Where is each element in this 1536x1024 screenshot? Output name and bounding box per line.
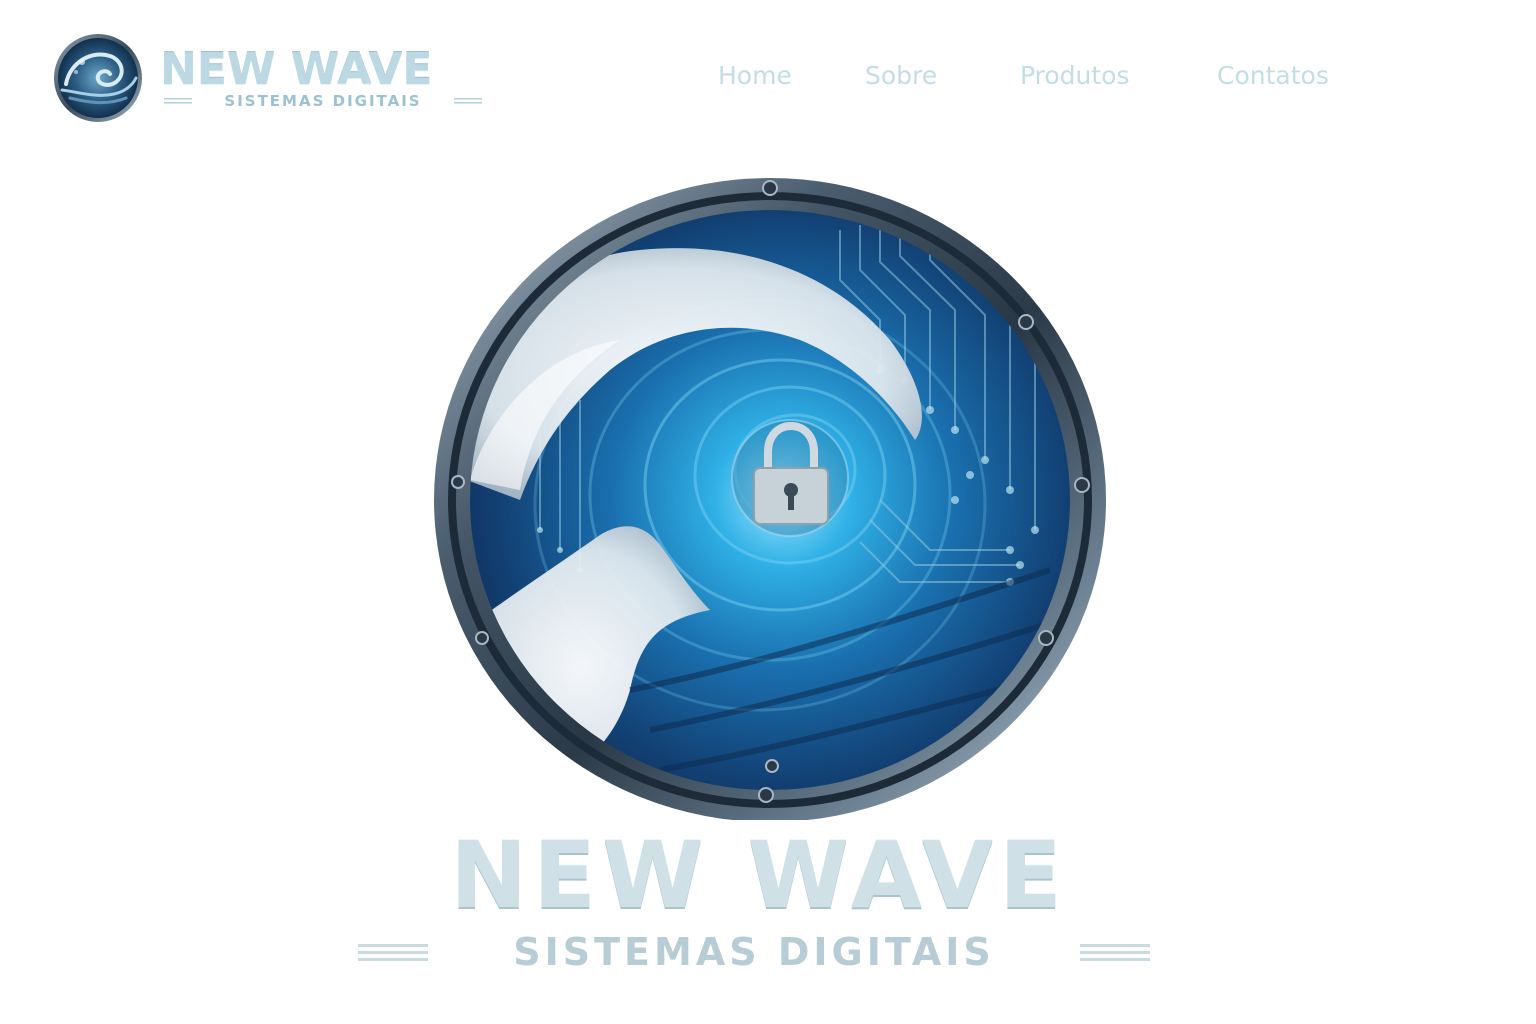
nav-produtos-link[interactable]: Produtos [1020, 58, 1130, 94]
decorative-dash [358, 944, 428, 961]
hero-subtitle-row: SISTEMAS DIGITAIS [358, 932, 1150, 972]
nav-home-link[interactable]: Home [718, 58, 792, 94]
header-logo-link[interactable]: NEW WAVE SISTEMAS DIGITAIS [52, 30, 492, 126]
nav-contatos-link[interactable]: Contatos [1217, 58, 1329, 94]
decorative-dash [1080, 944, 1150, 961]
decorative-dash [164, 98, 192, 104]
padlock-icon [731, 419, 849, 537]
header-logo-title: NEW WAVE [160, 44, 433, 95]
header-logo-subtitle: SISTEMAS DIGITAIS [224, 92, 422, 110]
page: NEW WAVE SISTEMAS DIGITAIS Home Sobre Pr… [0, 0, 1536, 1024]
hero-title: NEW WAVE [450, 822, 1068, 929]
wave-porthole-lock-emblem [434, 178, 1106, 820]
wave-logo-icon [54, 34, 142, 122]
header-logo-subtitle-row: SISTEMAS DIGITAIS [164, 92, 482, 110]
nav-sobre-link[interactable]: Sobre [865, 58, 937, 94]
hero-subtitle: SISTEMAS DIGITAIS [513, 930, 995, 974]
main-nav: Home Sobre Produtos Contatos [700, 58, 1380, 98]
decorative-dash [454, 98, 482, 104]
